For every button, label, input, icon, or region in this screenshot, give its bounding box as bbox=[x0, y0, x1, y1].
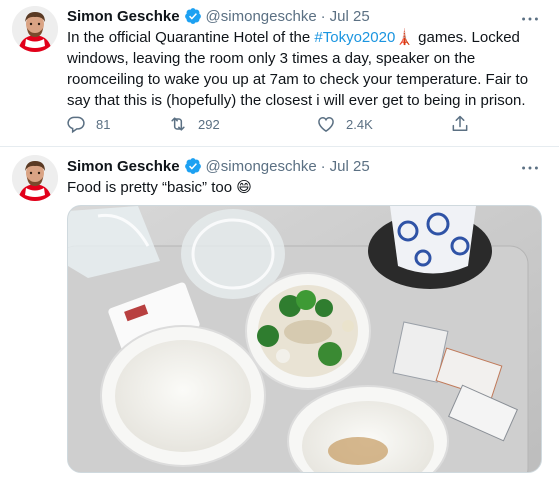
heart-icon bbox=[318, 116, 334, 132]
author-handle[interactable]: @simongeschke bbox=[206, 8, 317, 25]
like-count: 2.4K bbox=[346, 116, 373, 132]
tweet-2[interactable]: Simon Geschke @simongeschke · Jul 25 Foo… bbox=[0, 147, 559, 485]
reply-icon bbox=[67, 116, 85, 134]
reply-count: 81 bbox=[96, 116, 111, 132]
tweet-text: Food is pretty “basic” too 😄 bbox=[67, 179, 252, 196]
more-icon[interactable] bbox=[519, 157, 541, 179]
tweet-date[interactable]: Jul 25 bbox=[330, 8, 370, 25]
like-button[interactable]: 2.4K bbox=[316, 112, 373, 136]
verified-icon bbox=[184, 158, 201, 174]
tweet-text: In the official Quarantine Hotel of the … bbox=[67, 27, 537, 111]
retweet-button[interactable]: 292 bbox=[168, 112, 220, 136]
tweet-header: Simon Geschke @simongeschke · Jul 25 bbox=[67, 6, 370, 26]
tweet-date[interactable]: Jul 25 bbox=[330, 158, 370, 175]
author-handle[interactable]: @simongeschke bbox=[206, 158, 317, 175]
avatar[interactable] bbox=[12, 6, 58, 52]
tweet-1[interactable]: Simon Geschke @simongeschke · Jul 25 In … bbox=[0, 0, 559, 147]
retweet-count: 292 bbox=[198, 116, 220, 132]
author-name[interactable]: Simon Geschke bbox=[67, 158, 180, 175]
separator-dot: · bbox=[320, 157, 326, 175]
tweet-photo[interactable] bbox=[67, 205, 542, 473]
retweet-icon bbox=[171, 117, 185, 131]
avatar-image bbox=[12, 155, 58, 201]
avatar-image bbox=[12, 6, 58, 52]
tweet-text-start: In the official Quarantine Hotel of the bbox=[67, 29, 315, 46]
hashtag-link[interactable]: #Tokyo2020 bbox=[314, 29, 395, 46]
reply-button[interactable]: 81 bbox=[66, 112, 110, 136]
tokyo-tower-emoji: 🗼 bbox=[395, 29, 414, 46]
verified-icon bbox=[184, 8, 201, 24]
author-name[interactable]: Simon Geschke bbox=[67, 8, 180, 25]
tweet-header: Simon Geschke @simongeschke · Jul 25 bbox=[67, 156, 370, 176]
food-photo bbox=[68, 206, 541, 472]
avatar[interactable] bbox=[12, 155, 58, 201]
share-icon bbox=[452, 115, 468, 131]
separator-dot: · bbox=[320, 7, 326, 25]
tweet-actions: 81 292 2.4K bbox=[62, 112, 482, 136]
share-button[interactable] bbox=[450, 112, 480, 136]
